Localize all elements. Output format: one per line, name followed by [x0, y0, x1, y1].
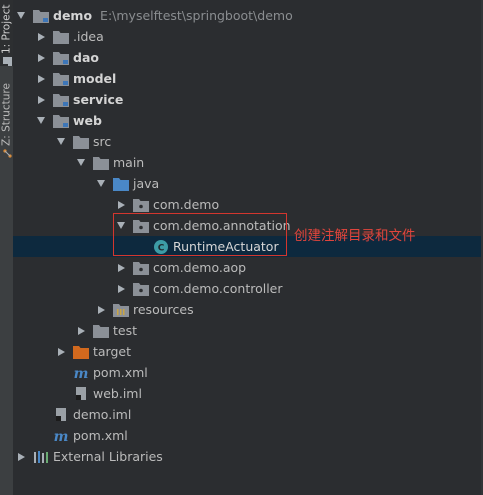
structure-tool-tab[interactable]: Z: Structure — [0, 72, 13, 158]
folder-icon — [93, 155, 109, 171]
iml-file-icon — [53, 407, 69, 423]
tree-node-service[interactable]: service — [13, 89, 483, 110]
folder-icon — [53, 29, 69, 45]
module-folder-icon — [53, 71, 69, 87]
project-icon — [2, 57, 13, 66]
tree-label: pom.xml — [93, 365, 148, 380]
tree-label: dao — [73, 50, 99, 65]
chevron-right-icon[interactable] — [35, 26, 47, 47]
tree-label: External Libraries — [53, 449, 163, 464]
chevron-right-icon[interactable] — [115, 278, 127, 299]
tree-label: web — [73, 113, 102, 128]
structure-tab-label: Z: Structure — [0, 83, 13, 146]
project-tool-tab[interactable]: 1: Project — [0, 0, 13, 66]
chevron-down-icon[interactable] — [75, 152, 87, 173]
tree-node-web-pom[interactable]: m pom.xml — [13, 362, 483, 383]
svg-text:m: m — [74, 366, 89, 381]
project-tab-label: 1: Project — [0, 4, 13, 54]
folder-icon — [93, 323, 109, 339]
tree-node-model[interactable]: model — [13, 68, 483, 89]
structure-icon — [2, 149, 13, 158]
tree-node-external-libraries[interactable]: External Libraries — [13, 446, 483, 467]
tree-label: pom.xml — [73, 428, 128, 443]
libraries-icon — [33, 449, 49, 465]
chevron-right-icon[interactable] — [115, 194, 127, 215]
package-icon — [133, 197, 149, 213]
tree-label: resources — [133, 302, 194, 317]
package-icon — [133, 218, 149, 234]
tree-node-com-demo-aop[interactable]: com.demo.aop — [13, 257, 483, 278]
project-path: E:\myselftest\springboot\demo — [100, 8, 293, 23]
chevron-right-icon[interactable] — [35, 68, 47, 89]
chevron-right-icon[interactable] — [75, 320, 87, 341]
module-folder-icon — [33, 8, 49, 24]
tool-window-bar: 1: Project Z: Structure — [0, 0, 14, 495]
chevron-right-icon[interactable] — [55, 341, 67, 362]
tree-node-main[interactable]: main — [13, 152, 483, 173]
class-icon: C — [153, 239, 169, 255]
tree-label: com.demo — [153, 197, 220, 212]
tree-label: demo — [53, 8, 93, 23]
tree-label: RuntimeActuator — [173, 239, 279, 254]
tree-node-demo-iml[interactable]: demo.iml — [13, 404, 483, 425]
tree-label: .idea — [73, 29, 104, 44]
excluded-folder-icon — [73, 344, 89, 360]
project-tree: demo E:\myselftest\springboot\demo .idea… — [13, 0, 483, 495]
tree-label: com.demo.annotation — [153, 218, 291, 233]
tree-label: target — [93, 344, 132, 359]
tree-label: service — [73, 92, 124, 107]
tree-label: web.iml — [93, 386, 142, 401]
package-icon — [133, 260, 149, 276]
tree-node-demo[interactable]: demo E:\myselftest\springboot\demo — [13, 5, 483, 26]
iml-file-icon — [73, 386, 89, 402]
package-icon — [133, 281, 149, 297]
tree-label: model — [73, 71, 117, 86]
source-folder-icon — [113, 176, 129, 192]
tree-label: test — [113, 323, 138, 338]
tree-node-root-pom[interactable]: m pom.xml — [13, 425, 483, 446]
chevron-down-icon[interactable] — [15, 5, 27, 26]
folder-icon — [73, 134, 89, 150]
tree-node-test[interactable]: test — [13, 320, 483, 341]
tree-label: com.demo.aop — [153, 260, 247, 275]
tree-node-target[interactable]: target — [13, 341, 483, 362]
module-folder-icon — [53, 92, 69, 108]
maven-icon: m — [53, 428, 69, 444]
maven-icon: m — [73, 365, 89, 381]
tree-node-src[interactable]: src — [13, 131, 483, 152]
tree-node-web-iml[interactable]: web.iml — [13, 383, 483, 404]
chevron-down-icon[interactable] — [115, 215, 127, 236]
svg-text:C: C — [158, 243, 165, 253]
tree-node-idea[interactable]: .idea — [13, 26, 483, 47]
chevron-down-icon[interactable] — [35, 110, 47, 131]
tree-node-com-demo-controller[interactable]: com.demo.controller — [13, 278, 483, 299]
chevron-right-icon[interactable] — [115, 257, 127, 278]
tree-label: src — [93, 134, 112, 149]
tree-node-java[interactable]: java — [13, 173, 483, 194]
chevron-right-icon[interactable] — [95, 299, 107, 320]
tree-node-com-demo[interactable]: com.demo — [13, 194, 483, 215]
tree-node-dao[interactable]: dao — [13, 47, 483, 68]
chevron-down-icon[interactable] — [95, 173, 107, 194]
tree-label: java — [133, 176, 160, 191]
chevron-right-icon[interactable] — [15, 446, 27, 467]
tree-label: demo.iml — [73, 407, 132, 422]
tree-label: main — [113, 155, 145, 170]
chevron-right-icon[interactable] — [35, 47, 47, 68]
svg-text:m: m — [54, 429, 69, 444]
module-folder-icon — [53, 50, 69, 66]
tree-node-resources[interactable]: resources — [13, 299, 483, 320]
module-folder-icon — [53, 113, 69, 129]
tree-label: com.demo.controller — [153, 281, 283, 296]
resources-folder-icon — [113, 302, 129, 318]
tree-node-web[interactable]: web — [13, 110, 483, 131]
chevron-down-icon[interactable] — [55, 131, 67, 152]
annotation-text: 创建注解目录和文件 — [294, 228, 416, 244]
chevron-right-icon[interactable] — [35, 89, 47, 110]
